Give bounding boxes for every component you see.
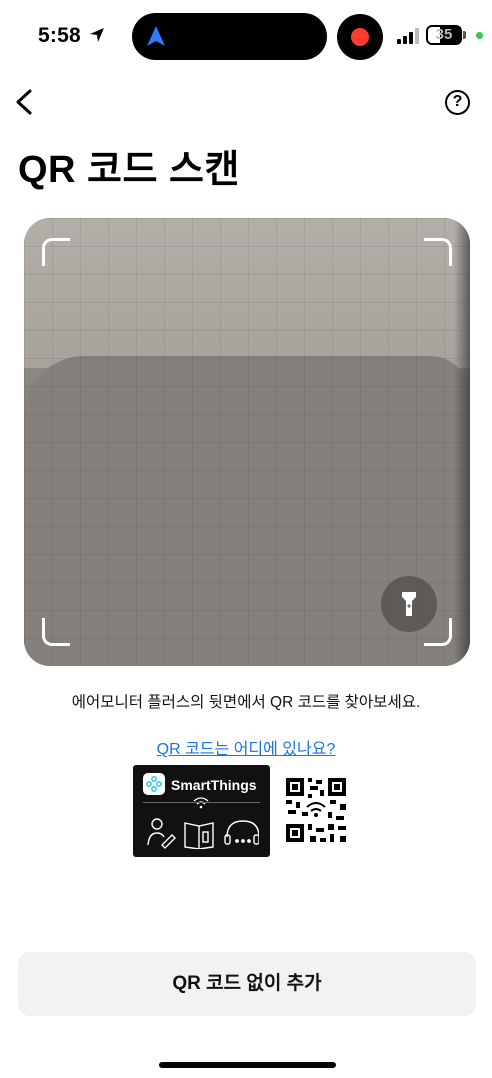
home-indicator[interactable] — [159, 1062, 336, 1068]
smartthings-brand: SmartThings — [171, 777, 257, 793]
label-icons-row — [147, 818, 259, 849]
camera-viewfinder[interactable] — [24, 218, 470, 666]
where-is-qr-link[interactable]: QR 코드는 어디에 있나요? — [0, 735, 492, 759]
manual-icon — [184, 822, 214, 849]
battery-cap — [463, 31, 466, 39]
status-bar: 5:58 35 — [0, 0, 492, 72]
location-arrow-icon — [90, 28, 104, 42]
battery-level: 35 — [435, 26, 453, 43]
navigation-arrow-icon — [147, 26, 165, 46]
status-time: 5:58 — [38, 24, 81, 47]
battery-icon: 35 — [426, 25, 462, 45]
user-edit-icon — [147, 818, 176, 849]
page-title: QR 코드 스캔 — [18, 149, 240, 191]
cellular-signal-icon — [397, 28, 419, 44]
flashlight-icon — [402, 592, 416, 616]
record-dot-icon — [351, 28, 369, 46]
help-button[interactable]: ? — [445, 90, 470, 115]
back-button[interactable] — [10, 86, 40, 118]
scan-frame-corner-top-left — [42, 238, 70, 266]
device-label-illustration: SmartThings — [133, 765, 270, 857]
screen-recording-indicator[interactable] — [337, 14, 383, 60]
headset-support-icon — [224, 820, 259, 845]
scan-frame-corner-top-right — [424, 238, 452, 266]
qr-code-illustration — [284, 776, 348, 844]
camera-in-use-indicator — [476, 32, 483, 39]
flashlight-button[interactable] — [381, 576, 437, 632]
scan-frame-corner-bottom-left — [42, 618, 70, 646]
instruction-text: 에어모니터 플러스의 뒷면에서 QR 코드를 찾아보세요. — [71, 694, 421, 711]
help-icon: ? — [452, 93, 463, 110]
add-without-qr-button[interactable]: QR 코드 없이 추가 — [18, 952, 476, 1016]
smartthings-logo-icon — [143, 773, 165, 795]
